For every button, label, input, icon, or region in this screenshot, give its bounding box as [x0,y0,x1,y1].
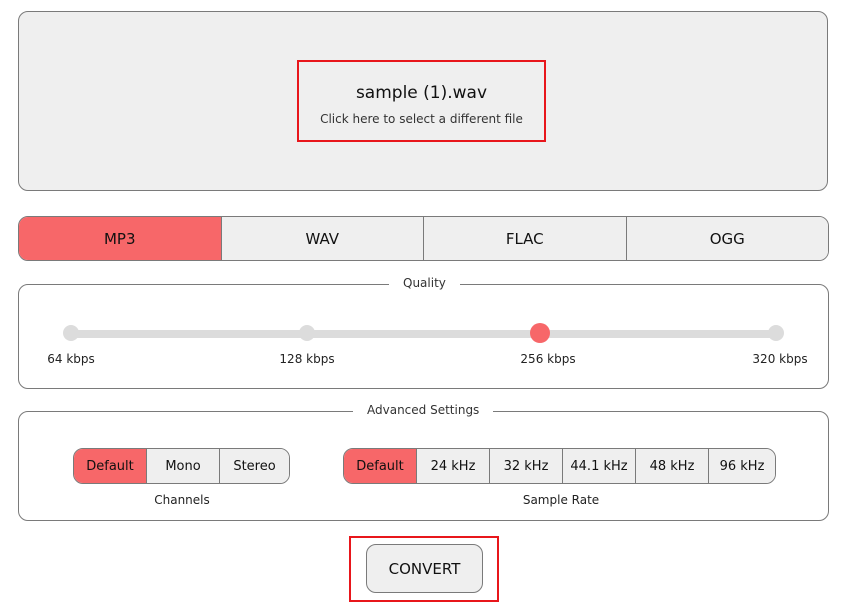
channels-stereo[interactable]: Stereo [219,449,289,483]
sample-rate-default[interactable]: Default [344,449,416,483]
sample-rate-selector: Default 24 kHz 32 kHz 44.1 kHz 48 kHz 96… [343,448,776,484]
convert-button[interactable]: CONVERT [366,544,483,593]
format-wav[interactable]: WAV [220,217,423,260]
advanced-settings-legend: Advanced Settings [353,403,494,417]
sample-rate-32khz[interactable]: 32 kHz [489,449,562,483]
format-flac[interactable]: FLAC [423,217,626,260]
quality-label-320: 320 kbps [752,352,808,366]
sample-rate-44-1khz[interactable]: 44.1 kHz [562,449,635,483]
channels-label: Channels [154,493,210,507]
channels-mono[interactable]: Mono [146,449,219,483]
format-mp3[interactable]: MP3 [19,217,221,260]
sample-rate-48khz[interactable]: 48 kHz [635,449,708,483]
format-selector: MP3 WAV FLAC OGG [18,216,829,261]
quality-label-64: 64 kbps [47,352,95,366]
sample-rate-label: Sample Rate [522,493,600,507]
quality-stop-320[interactable] [768,325,784,341]
quality-label-256: 256 kbps [520,352,576,366]
advanced-settings-panel: Advanced Settings Default Mono Stereo Ch… [18,403,829,521]
quality-slider-handle[interactable] [530,323,550,343]
quality-stop-128[interactable] [299,325,315,341]
sample-rate-96khz[interactable]: 96 kHz [708,449,775,483]
quality-label-128: 128 kbps [279,352,335,366]
format-ogg[interactable]: OGG [625,217,828,260]
selected-file-name[interactable]: sample (1).wav [297,83,546,103]
channels-selector: Default Mono Stereo [73,448,290,484]
quality-slider-track[interactable] [71,330,777,338]
quality-legend: Quality [389,276,460,290]
channels-default[interactable]: Default [74,449,146,483]
select-file-hint[interactable]: Click here to select a different file [297,112,546,126]
sample-rate-24khz[interactable]: 24 kHz [416,449,489,483]
quality-stop-64[interactable] [63,325,79,341]
quality-panel: Quality 64 kbps 128 kbps 256 kbps 320 kb… [18,276,829,389]
